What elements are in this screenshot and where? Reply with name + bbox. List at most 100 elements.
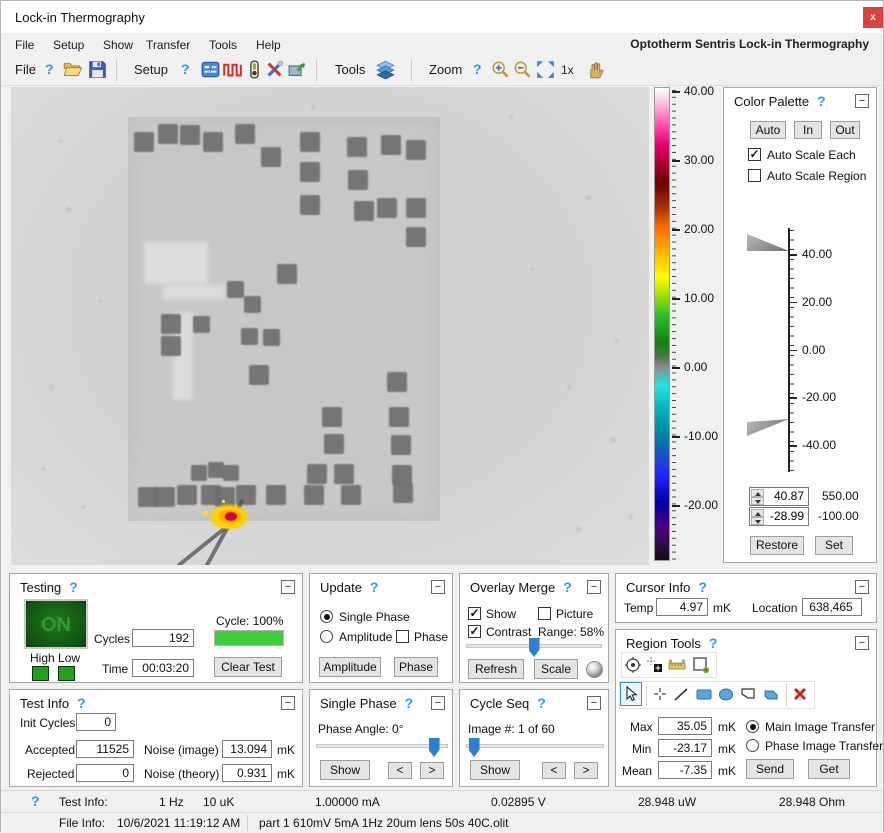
phase-slider-track[interactable] xyxy=(316,744,448,748)
sphere-icon[interactable] xyxy=(586,661,603,678)
monitor-export-icon[interactable] xyxy=(288,60,307,79)
help-icon[interactable]: ? xyxy=(563,579,572,595)
auto-scale-each-checkbox[interactable] xyxy=(748,148,761,161)
prev-button[interactable]: < xyxy=(388,762,412,779)
menu-file[interactable]: File xyxy=(11,37,38,53)
status-separator xyxy=(247,815,248,831)
scale-button[interactable]: Scale xyxy=(534,659,578,679)
minimize-button[interactable]: − xyxy=(587,696,601,710)
max-label: Max xyxy=(630,720,653,734)
minimize-button[interactable]: − xyxy=(281,696,295,710)
rectangle-tool-icon[interactable] xyxy=(695,685,713,703)
minimize-button[interactable]: − xyxy=(431,696,445,710)
picture-checkbox[interactable] xyxy=(538,607,551,620)
lower-limit-handle[interactable] xyxy=(747,419,789,436)
minimize-button[interactable]: − xyxy=(855,94,869,108)
file-help-icon[interactable]: ? xyxy=(45,61,54,77)
polygon-filled-tool-icon[interactable] xyxy=(762,685,780,703)
get-button[interactable]: Get xyxy=(808,759,850,779)
cycle-slider-thumb[interactable] xyxy=(469,738,480,757)
help-icon[interactable]: ? xyxy=(69,579,78,595)
point-tool-icon[interactable] xyxy=(651,685,669,703)
tools-wrench-icon[interactable] xyxy=(265,60,284,79)
clear-test-button[interactable]: Clear Test xyxy=(214,657,282,677)
help-icon[interactable]: ? xyxy=(405,695,414,711)
phase-slider-thumb[interactable] xyxy=(429,738,440,757)
region-rect-tool-icon[interactable] xyxy=(692,656,710,674)
ellipse-tool-icon[interactable] xyxy=(717,685,735,703)
close-button[interactable]: x xyxy=(863,7,883,28)
next-button[interactable]: > xyxy=(574,762,598,779)
range-slider-thumb[interactable] xyxy=(529,638,540,657)
thermal-image-view[interactable] xyxy=(11,87,649,565)
waveform-icon[interactable] xyxy=(223,60,242,79)
minimize-button[interactable]: − xyxy=(431,580,445,594)
help-icon[interactable]: ? xyxy=(537,695,546,711)
upper-limit-handle[interactable] xyxy=(747,234,789,251)
help-icon[interactable]: ? xyxy=(817,93,826,109)
zoom-help-icon[interactable]: ? xyxy=(473,61,482,77)
menu-show[interactable]: Show xyxy=(99,37,137,53)
upper-limit-spinner[interactable]: 40.87 xyxy=(749,487,809,506)
thermometer-icon[interactable] xyxy=(245,60,264,79)
menu-help[interactable]: Help xyxy=(252,37,285,53)
minimize-button[interactable]: − xyxy=(587,580,601,594)
setup-help-icon[interactable]: ? xyxy=(181,61,190,77)
line-tool-icon[interactable] xyxy=(672,685,690,703)
show-button[interactable]: Show xyxy=(320,760,370,780)
pan-hand-icon[interactable] xyxy=(586,60,605,79)
show-button[interactable]: Show xyxy=(470,760,520,780)
cursor-tool-icon[interactable] xyxy=(622,685,640,703)
out-button[interactable]: Out xyxy=(830,121,860,139)
move-region-tool-icon[interactable] xyxy=(646,656,664,674)
save-icon[interactable] xyxy=(88,60,107,79)
minimize-button[interactable]: − xyxy=(855,580,869,594)
amplitude-radio[interactable] xyxy=(320,630,333,643)
target-tool-icon[interactable] xyxy=(624,656,642,674)
lower-limit-spinner[interactable]: -28.99 xyxy=(749,507,809,526)
help-icon[interactable]: ? xyxy=(698,579,707,595)
prev-button[interactable]: < xyxy=(542,762,566,779)
help-icon[interactable]: ? xyxy=(77,695,86,711)
cycle-slider-track[interactable] xyxy=(466,744,604,748)
zoom-in-icon[interactable] xyxy=(491,60,510,79)
help-icon[interactable]: ? xyxy=(370,579,379,595)
auto-button[interactable]: Auto xyxy=(750,121,786,139)
set-button[interactable]: Set xyxy=(815,536,853,555)
restore-button[interactable]: Restore xyxy=(750,536,804,555)
main-image-transfer-radio[interactable] xyxy=(746,720,759,733)
minimize-button[interactable]: − xyxy=(855,636,869,650)
spinner-arrows[interactable] xyxy=(751,509,764,525)
status-help-icon[interactable]: ? xyxy=(31,793,40,809)
menu-transfer[interactable]: Transfer xyxy=(142,37,194,53)
polygon-outline-tool-icon[interactable] xyxy=(739,685,757,703)
phase-button[interactable]: Phase xyxy=(394,657,438,677)
zoom-out-icon[interactable] xyxy=(513,60,532,79)
open-file-icon[interactable] xyxy=(63,60,82,79)
show-checkbox[interactable] xyxy=(468,607,481,620)
minimize-button[interactable]: − xyxy=(281,580,295,594)
panel-test-info: Test Info? − Init Cycles 0 Accepted 1152… xyxy=(9,689,303,787)
contrast-checkbox[interactable] xyxy=(468,625,481,638)
send-button[interactable]: Send xyxy=(746,759,794,779)
spinner-arrows[interactable] xyxy=(751,489,764,505)
phase-image-transfer-radio[interactable] xyxy=(746,739,759,752)
help-icon[interactable]: ? xyxy=(709,635,718,651)
panel-title: Test Info xyxy=(20,696,69,711)
refresh-button[interactable]: Refresh xyxy=(468,659,524,679)
test-on-button[interactable]: ON xyxy=(24,599,88,649)
menu-setup[interactable]: Setup xyxy=(49,37,88,53)
in-button[interactable]: In xyxy=(794,121,822,139)
palette-tick-label: 20.00 xyxy=(802,295,832,309)
menu-tools[interactable]: Tools xyxy=(205,37,241,53)
camera-settings-icon[interactable] xyxy=(201,60,220,79)
single-phase-radio[interactable] xyxy=(320,610,333,623)
next-button[interactable]: > xyxy=(420,762,444,779)
auto-scale-region-checkbox[interactable] xyxy=(748,169,761,182)
phase-checkbox[interactable] xyxy=(396,630,409,643)
delete-region-icon[interactable] xyxy=(791,685,809,703)
layers-icon[interactable] xyxy=(376,60,395,79)
ruler-tool-icon[interactable] xyxy=(668,656,686,674)
amplitude-button[interactable]: Amplitude xyxy=(319,657,381,677)
zoom-fit-icon[interactable] xyxy=(536,60,555,79)
